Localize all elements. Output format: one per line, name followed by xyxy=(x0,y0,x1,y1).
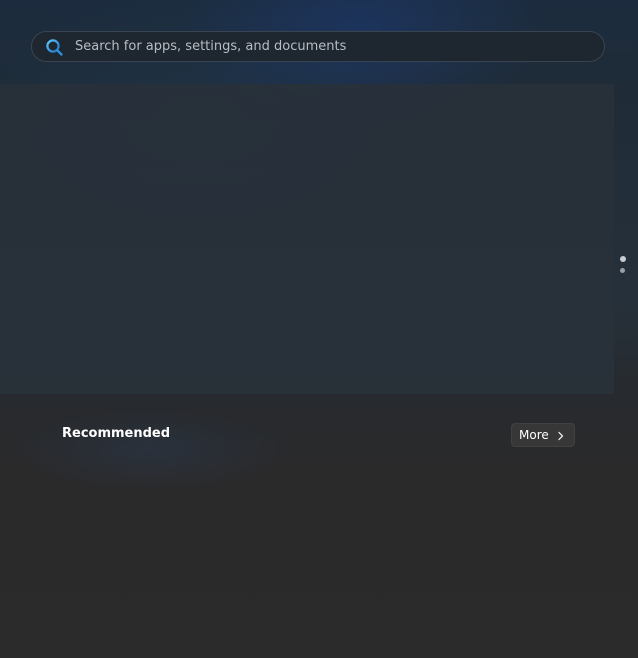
search-input[interactable] xyxy=(75,32,595,61)
recommended-list xyxy=(0,460,638,658)
pinned-apps-area xyxy=(0,84,614,394)
more-button-label: More xyxy=(519,428,549,442)
page-dot-2[interactable] xyxy=(620,268,625,273)
search-box[interactable] xyxy=(31,31,605,62)
recommended-heading: Recommended xyxy=(62,426,171,441)
more-button[interactable]: More xyxy=(511,423,575,447)
pinned-page-indicator[interactable] xyxy=(619,253,627,277)
start-menu: Recommended More xyxy=(0,0,638,658)
page-dot-1[interactable] xyxy=(619,256,626,262)
chevron-right-icon xyxy=(556,430,566,441)
search-icon xyxy=(45,38,64,57)
